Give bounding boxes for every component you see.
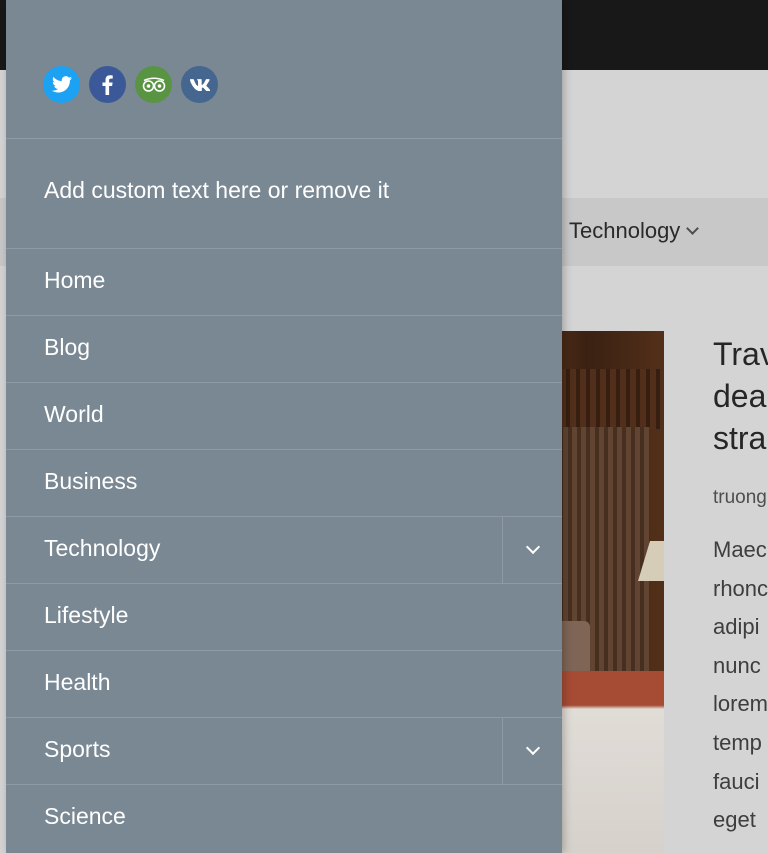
tripadvisor-icon[interactable] [135, 66, 172, 103]
chevron-down-icon [525, 740, 540, 756]
menu-item-technology[interactable]: Technology [6, 516, 562, 583]
menu-item-business[interactable]: Business [6, 449, 562, 516]
menu-item-home[interactable]: Home [6, 248, 562, 315]
submenu-toggle-button[interactable] [502, 718, 562, 784]
menu-item-label: World [44, 401, 104, 427]
divider [6, 138, 562, 139]
chevron-down-icon [525, 539, 540, 555]
offcanvas-drawer: Add custom text here or remove it Home B… [6, 0, 562, 853]
menu-item-science[interactable]: Science [6, 784, 562, 851]
twitter-icon[interactable] [43, 66, 80, 103]
menu-item-label: Blog [44, 334, 91, 360]
submenu-toggle-button[interactable] [502, 517, 562, 583]
menu-item-sports[interactable]: Sports [6, 717, 562, 784]
menu-item-health[interactable]: Health [6, 650, 562, 717]
menu-item-label: Lifestyle [44, 602, 129, 628]
menu-item-label: Science [44, 803, 126, 829]
menu-item-lifestyle[interactable]: Lifestyle [6, 583, 562, 650]
custom-text: Add custom text here or remove it [44, 177, 390, 203]
menu-item-blog[interactable]: Blog [6, 315, 562, 382]
menu-item-label: Health [44, 669, 111, 695]
menu-item-label: Business [44, 468, 138, 494]
menu-item-label: Home [44, 267, 106, 293]
menu-item-label: Sports [44, 736, 111, 762]
facebook-icon[interactable] [89, 66, 126, 103]
vk-icon[interactable] [181, 66, 218, 103]
social-links [43, 66, 218, 103]
menu-item-label: Technology [44, 535, 161, 561]
drawer-menu: Home Blog World Business Technology Life… [6, 248, 562, 851]
menu-item-world[interactable]: World [6, 382, 562, 449]
